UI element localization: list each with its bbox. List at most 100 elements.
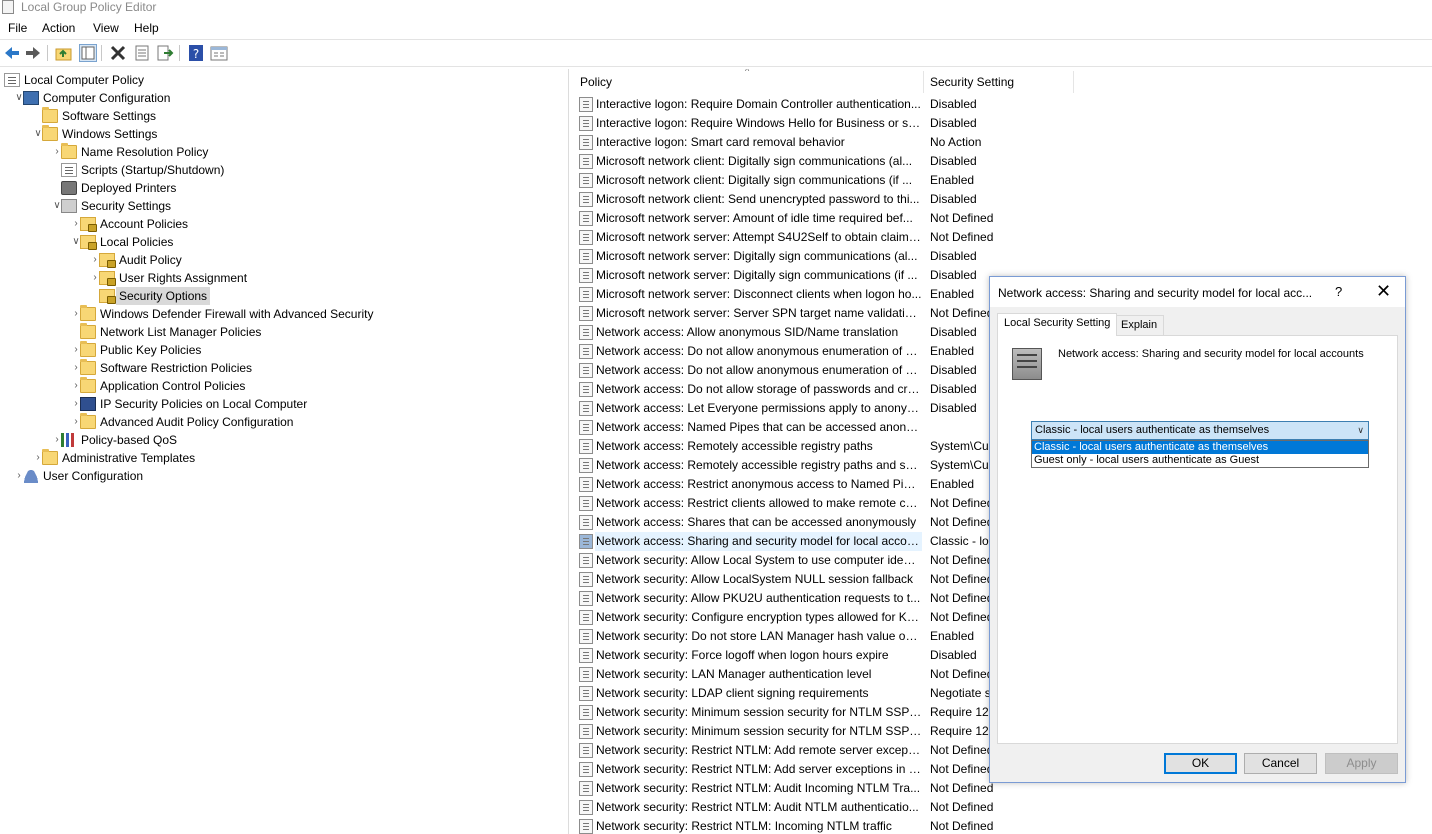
policy-name-cell: Network security: Restrict NTLM: Audit I… (596, 781, 921, 795)
policy-row[interactable]: Microsoft network client: Digitally sign… (573, 152, 1432, 171)
policy-name-cell: Network access: Restrict clients allowed… (596, 496, 922, 510)
tree-node-deployed-printers[interactable]: Deployed Printers (0, 179, 560, 197)
policy-name-cell: Network security: Allow PKU2U authentica… (596, 591, 921, 605)
folder-icon (80, 341, 96, 357)
tree-node-administrative-templates[interactable]: › Administrative Templates (0, 449, 560, 467)
ok-button[interactable]: OK (1164, 753, 1237, 774)
tab-local-security-setting[interactable]: Local Security Setting (997, 313, 1118, 336)
properties-icon[interactable] (133, 44, 151, 62)
tree-node-policy-based-qos[interactable]: › Policy-based QoS (0, 431, 560, 449)
column-header-security-setting[interactable]: Security Setting (930, 75, 1014, 89)
export-list-icon[interactable] (156, 44, 174, 62)
tree-node-local-computer-policy[interactable]: Local Computer Policy (0, 71, 560, 89)
tree-node-name-resolution-policy[interactable]: › Name Resolution Policy (0, 143, 560, 161)
up-folder-icon[interactable] (55, 44, 73, 62)
tab-panel-local-security-setting: Network access: Sharing and security mod… (997, 335, 1398, 744)
folder-icon (80, 323, 96, 339)
policy-icon (579, 439, 593, 454)
security-setting-cell: Disabled (930, 97, 977, 111)
dialog-help-button[interactable]: ? (1335, 284, 1342, 299)
tree-node-advanced-audit-policy-configuration[interactable]: › Advanced Audit Policy Configuration (0, 413, 560, 431)
column-divider[interactable] (923, 71, 924, 93)
policy-name-cell: Network access: Allow anonymous SID/Name… (596, 325, 899, 339)
folder-icon (61, 143, 77, 159)
server-icon (1012, 348, 1042, 380)
policy-icon (579, 173, 593, 188)
menu-view[interactable]: View (93, 20, 119, 36)
cancel-button[interactable]: Cancel (1244, 753, 1317, 774)
menu-separator (0, 39, 1432, 40)
policy-row[interactable]: Microsoft network client: Digitally sign… (573, 171, 1432, 190)
tree-node-user-configuration[interactable]: › User Configuration (0, 467, 560, 485)
security-model-select[interactable]: Classic - local users authenticate as th… (1031, 421, 1369, 440)
dialog-title: Network access: Sharing and security mod… (998, 286, 1313, 300)
policy-icon (579, 781, 593, 796)
policy-row[interactable]: Microsoft network client: Send unencrypt… (573, 190, 1432, 209)
tree-node-label: Windows Defender Firewall with Advanced … (100, 307, 374, 321)
policy-icon (579, 705, 593, 720)
menu-file[interactable]: File (8, 20, 27, 36)
forward-icon[interactable] (24, 44, 42, 62)
tree-node-label: Advanced Audit Policy Configuration (100, 415, 294, 429)
policy-icon (579, 553, 593, 568)
lockfolder-icon (80, 235, 97, 250)
policy-row[interactable]: Interactive logon: Require Windows Hello… (573, 114, 1432, 133)
policy-icon (579, 572, 593, 587)
policy-name-cell: Network access: Shares that can be acces… (596, 515, 917, 529)
policy-name-cell: Network security: Do not store LAN Manag… (596, 629, 922, 643)
column-header-policy[interactable]: Policy (580, 75, 612, 89)
menu-action[interactable]: Action (42, 20, 75, 36)
tree-node-security-settings[interactable]: ∨ Security Settings (0, 197, 560, 215)
policy-icon (579, 496, 593, 511)
policy-row[interactable]: Interactive logon: Require Domain Contro… (573, 95, 1432, 114)
tree-node-software-restriction-policies[interactable]: › Software Restriction Policies (0, 359, 560, 377)
window-title: Local Group Policy Editor (21, 0, 157, 14)
tree-node-windows-settings[interactable]: ∨ Windows Settings (0, 125, 560, 143)
tree-node-computer-configuration[interactable]: ∨ Computer Configuration (0, 89, 560, 107)
help-icon[interactable]: ? (187, 44, 205, 62)
tree-node-label: Local Policies (100, 235, 174, 249)
policy-name-cell: Microsoft network server: Attempt S4U2Se… (596, 230, 922, 244)
tree-node-software-settings[interactable]: Software Settings (0, 107, 560, 125)
policy-row[interactable]: Network security: Restrict NTLM: Audit N… (573, 798, 1432, 817)
tab-explain[interactable]: Explain (1114, 315, 1165, 335)
policy-row[interactable]: Network security: Restrict NTLM: Incomin… (573, 817, 1432, 834)
tree-node-network-list-manager-policies[interactable]: Network List Manager Policies (0, 323, 560, 341)
policy-row[interactable]: Interactive logon: Smart card removal be… (573, 133, 1432, 152)
column-divider[interactable] (1073, 71, 1074, 93)
policy-name-cell: Microsoft network server: Digitally sign… (596, 268, 918, 282)
apply-button[interactable]: Apply (1325, 753, 1398, 774)
option-classic[interactable]: Classic - local users authenticate as th… (1032, 441, 1368, 454)
policy-icon (579, 154, 593, 169)
option-guest-only[interactable]: Guest only - local users authenticate as… (1032, 454, 1368, 467)
chevron-down-icon[interactable]: ∨ (1357, 422, 1364, 439)
policy-icon (579, 97, 593, 112)
policy-row[interactable]: Microsoft network server: Digitally sign… (573, 247, 1432, 266)
policy-icon (579, 306, 593, 321)
tree-node-security-options[interactable]: Security Options (0, 287, 560, 305)
tree-node-account-policies[interactable]: › Account Policies (0, 215, 560, 233)
delete-icon[interactable] (109, 44, 127, 62)
security-model-options: Classic - local users authenticate as th… (1031, 440, 1369, 468)
policy-icon (579, 458, 593, 473)
dialog-titlebar[interactable]: Network access: Sharing and security mod… (990, 277, 1405, 307)
policy-name-cell: Network security: Restrict NTLM: Incomin… (596, 819, 892, 833)
dialog-close-button[interactable]: ✕ (1376, 281, 1391, 301)
view-icon[interactable] (210, 44, 228, 62)
policy-row[interactable]: Microsoft network server: Attempt S4U2Se… (573, 228, 1432, 247)
menu-help[interactable]: Help (134, 20, 159, 36)
tree-node-ip-security-policies-on-local-computer[interactable]: › IP Security Policies on Local Computer (0, 395, 560, 413)
folder-icon (80, 359, 96, 375)
tree-node-audit-policy[interactable]: › Audit Policy (0, 251, 560, 269)
tree-node-application-control-policies[interactable]: › Application Control Policies (0, 377, 560, 395)
back-icon[interactable] (3, 44, 21, 62)
tree-node-user-rights-assignment[interactable]: › User Rights Assignment (0, 269, 560, 287)
tree-node-public-key-policies[interactable]: › Public Key Policies (0, 341, 560, 359)
tree-node-windows-defender-firewall-with-advanced-security[interactable]: › Windows Defender Firewall with Advanced… (0, 305, 560, 323)
policy-name-cell: Network security: Restrict NTLM: Add ser… (596, 762, 922, 776)
show-hide-tree-icon[interactable] (79, 44, 97, 62)
tree-node-scripts-startup-shutdown[interactable]: Scripts (Startup/Shutdown) (0, 161, 560, 179)
policy-row[interactable]: Microsoft network server: Amount of idle… (573, 209, 1432, 228)
tree-node-local-policies[interactable]: ∨ Local Policies (0, 233, 560, 251)
toolbar-separator (0, 66, 1432, 67)
